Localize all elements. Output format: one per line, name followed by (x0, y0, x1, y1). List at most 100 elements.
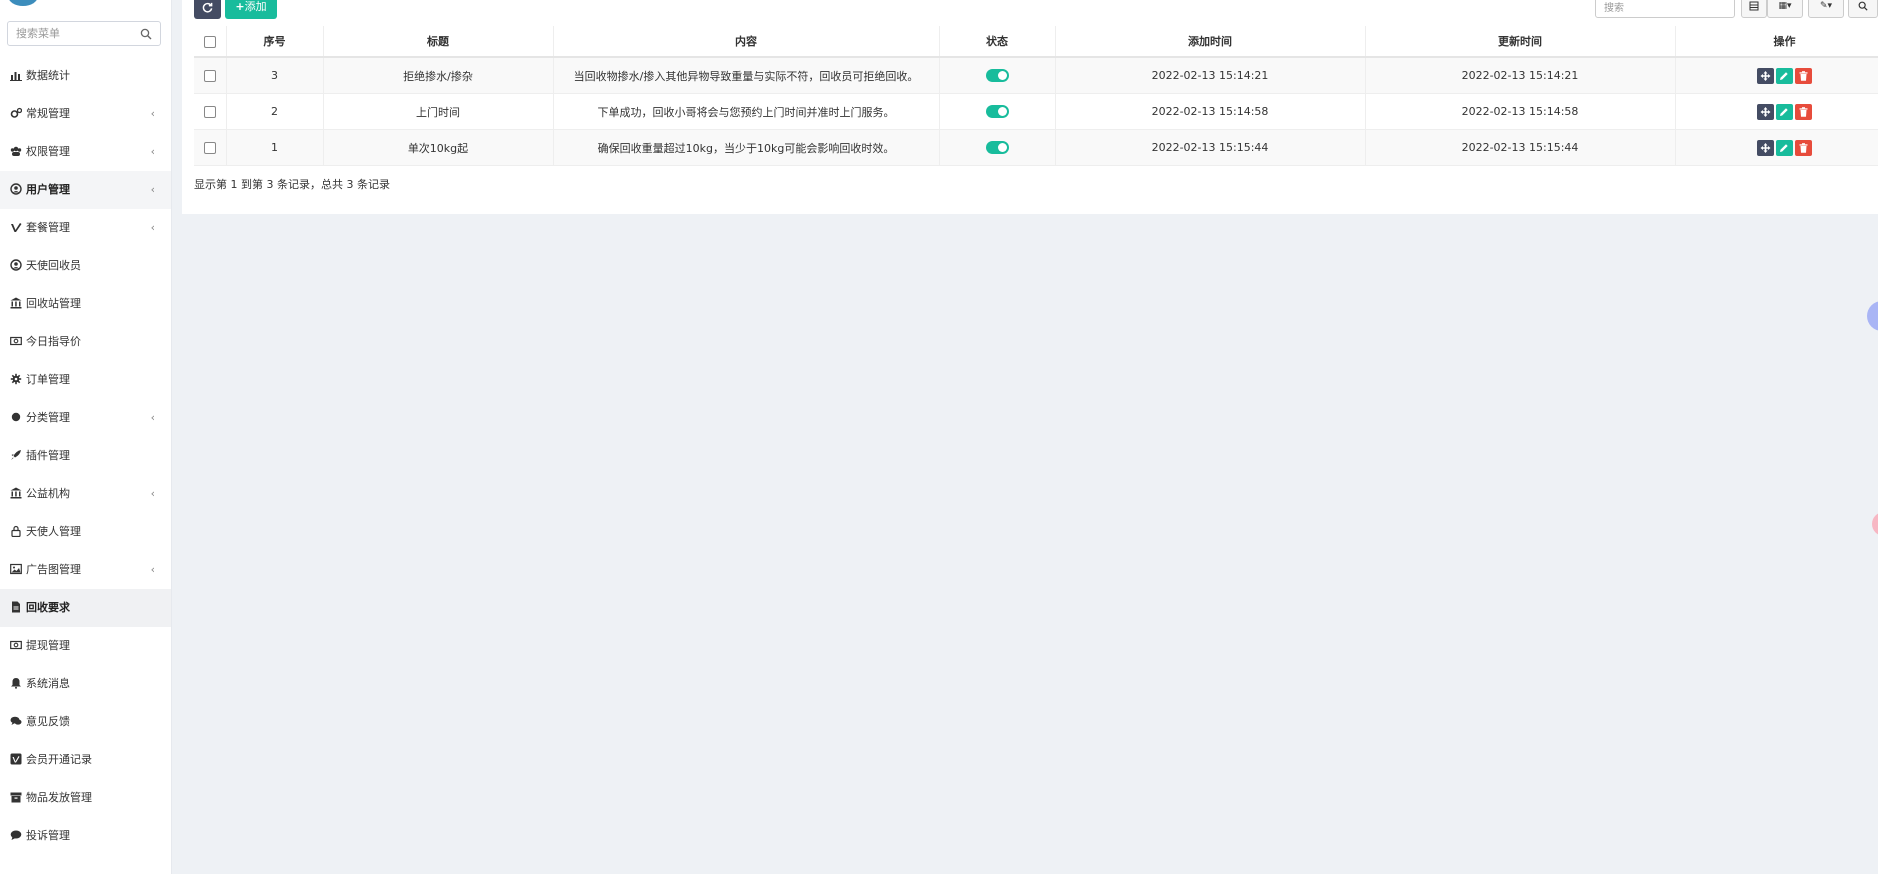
operate-cell (1675, 93, 1878, 130)
sidebar-item[interactable]: 权限管理 ‹ (0, 133, 171, 171)
status-toggle[interactable] (985, 69, 1009, 83)
sidebar-item-label: 订单管理 (26, 373, 70, 386)
plus-icon: + (235, 0, 245, 13)
avatar[interactable] (8, 0, 38, 6)
status-cell (939, 93, 1056, 130)
delete-button[interactable] (1795, 139, 1812, 156)
sidebar-item[interactable]: 分类管理 ‹ (0, 399, 171, 437)
trash-icon (1799, 142, 1808, 153)
sidebar-item-label: 数据统计 (26, 69, 70, 82)
updated-time-cell: 2022-02-13 15:15:44 (1365, 129, 1676, 166)
bank-icon (10, 297, 22, 309)
drag-button[interactable] (1757, 103, 1774, 120)
vimeo-icon (11, 223, 22, 232)
sidebar-item-label: 公益机构 (26, 487, 70, 500)
delete-button[interactable] (1795, 67, 1812, 84)
lock-icon (11, 525, 21, 537)
sidebar-item[interactable]: 插件管理 (0, 437, 171, 475)
status-cell (939, 57, 1056, 94)
sidebar-item[interactable]: 今日指导价 (0, 323, 171, 361)
sidebar-item[interactable]: 会员开通记录 (0, 741, 171, 779)
table-search-input[interactable] (1604, 0, 1724, 18)
export-icon: ✎ (1819, 1, 1828, 11)
table-view-icon (1749, 1, 1759, 10)
sidebar-item[interactable]: 回收站管理 (0, 285, 171, 323)
sidebar-item[interactable]: 常规管理 ‹ (0, 95, 171, 133)
row-checkbox[interactable] (203, 142, 216, 154)
table-row[interactable]: 3 拒绝掺水/掺杂 当回收物掺水/掺入其他异物导致重量与实际不符，回收员可拒绝回收。… (194, 57, 1878, 94)
column-header[interactable]: 更新时间 (1365, 26, 1676, 58)
edit-button[interactable] (1776, 139, 1793, 156)
sidebar-item[interactable]: 广告图管理 ‹ (0, 551, 171, 589)
status-toggle[interactable] (985, 141, 1009, 155)
refresh-icon (202, 2, 213, 12)
status-toggle[interactable] (985, 105, 1009, 119)
table-header-row: 序号 标题 内容 状态 添加时间 更新时间 操作 (194, 26, 1878, 58)
table-row[interactable]: 1 单次10kg起 确保回收重量超过10kg，当少于10kg可能会影响回收时效。 20… (194, 129, 1878, 166)
column-header[interactable]: 操作 (1675, 26, 1878, 58)
file-icon (12, 601, 20, 613)
table-search-box (1595, 0, 1735, 18)
content-cell: 确保回收重量超过10kg，当少于10kg可能会影响回收时效。 (553, 129, 940, 166)
column-header[interactable]: 添加时间 (1055, 26, 1366, 58)
sidebar-item[interactable]: 订单管理 (0, 361, 171, 399)
advanced-search-button[interactable] (1848, 0, 1878, 18)
drag-button[interactable] (1757, 67, 1774, 84)
sidebar-item[interactable]: 回收要求 (0, 589, 171, 627)
sidebar-item[interactable]: 用户管理 ‹ (0, 171, 171, 209)
select-all-checkbox[interactable] (203, 35, 216, 48)
column-header[interactable]: 内容 (553, 26, 940, 58)
menu-search-input[interactable] (16, 23, 140, 44)
sidebar-item[interactable]: 数据统计 (0, 57, 171, 95)
group-icon (10, 146, 22, 156)
bell-icon (11, 678, 21, 689)
sidebar-item[interactable]: 提现管理 (0, 627, 171, 665)
select-all-cell (194, 26, 227, 58)
row-checkbox[interactable] (203, 106, 216, 118)
column-header[interactable]: 状态 (939, 26, 1056, 58)
floating-button[interactable] (1872, 512, 1878, 536)
edit-button[interactable] (1776, 103, 1793, 120)
sidebar-item[interactable]: 天使回收员 (0, 247, 171, 285)
created-time-cell: 2022-02-13 15:14:58 (1055, 93, 1366, 130)
sidebar-item[interactable]: 套餐管理 ‹ (0, 209, 171, 247)
sidebar-item[interactable]: 物品发放管理 (0, 779, 171, 817)
edit-button[interactable] (1776, 67, 1793, 84)
export-dropdown-button[interactable]: ✎▾ (1808, 0, 1844, 18)
delete-button[interactable] (1795, 103, 1812, 120)
floating-button[interactable] (1867, 301, 1878, 331)
content-cell: 当回收物掺水/掺入其他异物导致重量与实际不符，回收员可拒绝回收。 (553, 57, 940, 94)
row-select-cell (194, 129, 227, 166)
drag-button[interactable] (1757, 139, 1774, 156)
sidebar-menu: 数据统计常规管理 ‹ 权限管理 ‹ 用户管理 ‹ 套餐管理 ‹ 天使回收员 回收站管理 今日指导价订… (0, 57, 171, 855)
column-header[interactable]: 序号 (226, 26, 324, 58)
add-button-label: 添加 (244, 0, 267, 13)
vimeo-square-icon (10, 753, 22, 765)
row-select-cell (194, 57, 227, 94)
sidebar-item-label: 广告图管理 (26, 563, 81, 576)
sidebar-item-label: 回收要求 (26, 601, 70, 614)
columns-dropdown-button[interactable]: ▦▾ (1767, 0, 1803, 18)
sidebar-item[interactable]: 系统消息 (0, 665, 171, 703)
pagination-info: 显示第 1 到第 3 条记录，总共 3 条记录 (194, 178, 390, 191)
column-header[interactable]: 标题 (323, 26, 554, 58)
sidebar-item[interactable]: 天使人管理 (0, 513, 171, 551)
arrows-icon (1760, 106, 1771, 117)
rocket-icon (11, 450, 21, 460)
sidebar-item[interactable]: 公益机构 ‹ (0, 475, 171, 513)
search-icon[interactable] (140, 28, 152, 40)
add-button[interactable]: +添加 (225, 0, 277, 19)
operate-cell (1675, 129, 1878, 166)
sidebar-item[interactable]: 投诉管理 (0, 817, 171, 855)
sidebar-item-label: 权限管理 (26, 145, 70, 158)
user-panel: 在线 (0, 0, 171, 6)
refresh-button[interactable] (194, 0, 221, 19)
trash-icon (1799, 70, 1808, 81)
row-checkbox[interactable] (203, 70, 216, 82)
table-row[interactable]: 2 上门时间 下单成功，回收小哥将会与您预约上门时间并准时上门服务。 2022-02-… (194, 93, 1878, 130)
image-icon (10, 563, 22, 575)
title-cell: 拒绝掺水/掺杂 (323, 57, 554, 94)
toggle-view-button[interactable] (1741, 0, 1767, 18)
sidebar-item[interactable]: 意见反馈 (0, 703, 171, 741)
sidebar-item-label: 套餐管理 (26, 221, 70, 234)
